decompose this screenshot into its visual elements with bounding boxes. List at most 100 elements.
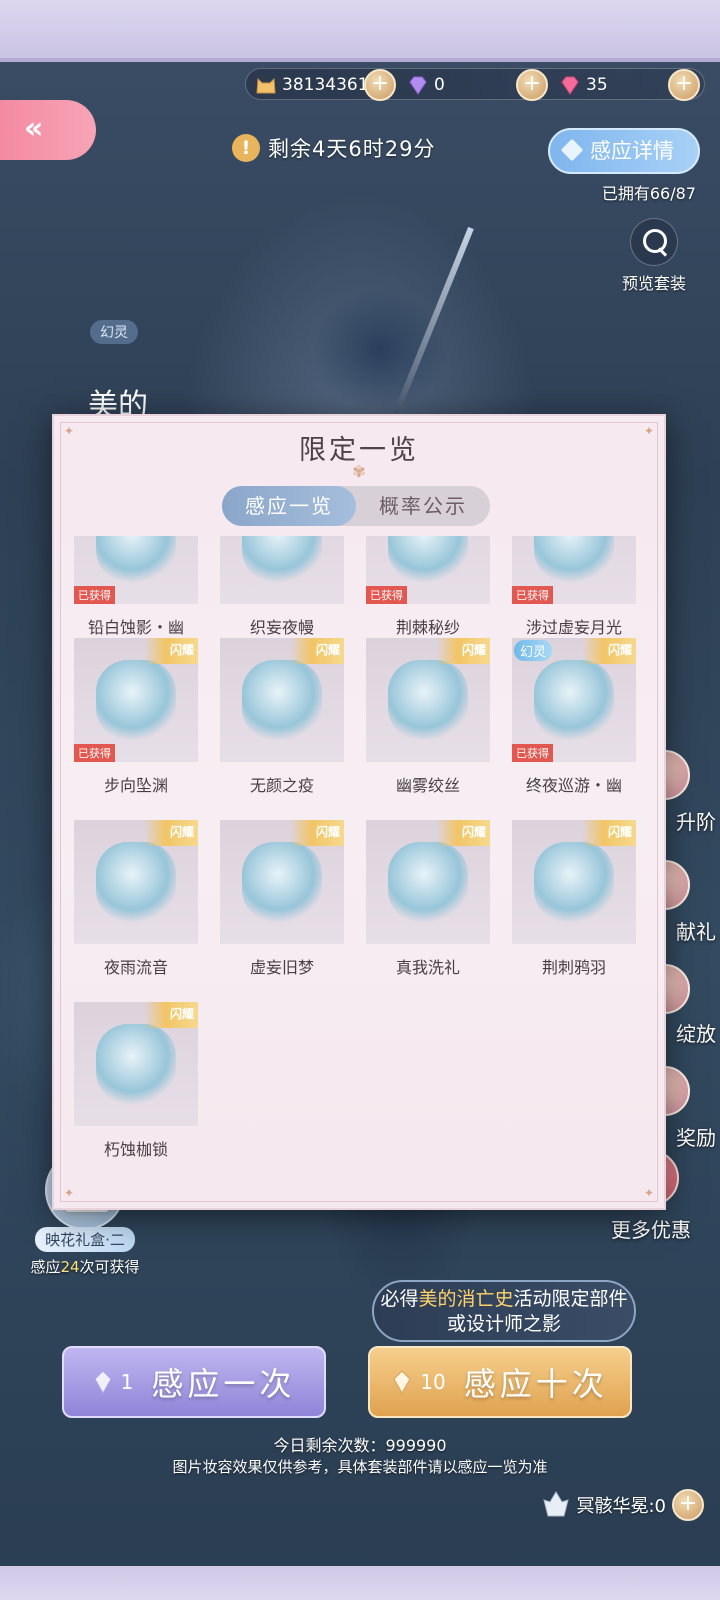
shine-tag: 闪耀 <box>582 820 636 846</box>
add-crown-button[interactable]: + <box>672 1489 704 1521</box>
purple-diamond-value: 0 <box>434 75 445 95</box>
corner-ornament-icon: ✦ <box>643 1186 654 1200</box>
gift-box-name: 映花礼盒·二 <box>35 1227 135 1252</box>
shine-tag: 闪耀 <box>290 820 344 846</box>
item-art <box>96 536 176 582</box>
details-button-label: 感应详情 <box>590 139 674 163</box>
item-art <box>534 536 614 582</box>
item-thumbnail: 闪耀 <box>366 820 490 944</box>
item-thumbnail: 闪耀 <box>220 820 344 944</box>
item-art <box>96 660 176 740</box>
item-name: 幽雾绞丝 <box>395 776 460 795</box>
shine-tag: 闪耀 <box>144 1002 198 1028</box>
currency-coin: 38134361 <box>254 69 369 101</box>
item-card[interactable]: 闪耀朽蚀枷锁 <box>74 1002 198 1172</box>
item-card[interactable]: 已获得荆棘秘纱 <box>366 536 490 650</box>
preview-outfit-button[interactable]: 预览套装 <box>614 218 694 293</box>
shine-tag: 闪耀 <box>290 638 344 664</box>
item-art <box>388 536 468 582</box>
obtained-badge: 已获得 <box>512 744 553 762</box>
pink-diamond-value: 35 <box>586 75 608 95</box>
item-card[interactable]: 闪耀 无颜之疫 <box>220 638 344 808</box>
diamond-icon <box>560 138 584 162</box>
shine-tag: 闪耀 <box>144 638 198 664</box>
item-thumbnail: 已获得 <box>512 536 636 604</box>
item-thumbnail <box>220 536 344 604</box>
item-thumbnail: 闪耀 幻灵 已获得 <box>512 638 636 762</box>
draw-ten-cost: 10 <box>392 1370 446 1394</box>
item-card[interactable]: 闪耀幽雾绞丝 <box>366 638 490 808</box>
draw-ten-button[interactable]: 10 感应十次 <box>368 1346 632 1418</box>
shine-tag: 闪耀 <box>582 638 636 664</box>
crown-icon <box>543 1491 570 1517</box>
item-name: 铅白蚀影・幽 <box>87 618 184 637</box>
item-thumbnail: 闪耀 <box>366 638 490 762</box>
obtained-badge: 已获得 <box>366 586 407 604</box>
item-card[interactable]: 织妄夜幔 <box>220 536 344 650</box>
item-card[interactable]: 闪耀虚妄旧梦 <box>220 820 344 990</box>
item-card[interactable]: 已获得 涉过虚妄月光 <box>512 536 636 650</box>
add-purple-diamond-button[interactable]: + <box>516 69 548 101</box>
item-card[interactable]: 闪耀 幻灵 已获得终夜巡游・幽 <box>512 638 636 808</box>
top-frame-band <box>0 0 720 62</box>
item-name: 真我洗礼 <box>395 958 460 977</box>
limited-list-modal: ✦ ✦ ✦ ✦ 限定一览 ✾ 感应一览 概率公示 已获得 铅白蚀影・幽 织妄夜幔 已获… <box>52 414 666 1210</box>
corner-ornament-icon: ✦ <box>64 1186 75 1200</box>
event-timer: ! 剩余4天6时29分 <box>232 128 435 168</box>
add-pink-diamond-button[interactable]: + <box>668 69 700 101</box>
pink-diamond-icon <box>561 76 579 95</box>
magnifier-icon <box>630 218 678 266</box>
add-coin-button[interactable]: + <box>364 69 396 101</box>
crown-currency: 冥骸华冕:0 + <box>542 1488 704 1522</box>
crystal-icon <box>393 1370 411 1394</box>
obtained-badge: 已获得 <box>512 586 553 604</box>
item-card[interactable]: 闪耀夜雨流音 <box>74 820 198 990</box>
tab-draw-list[interactable]: 感应一览 <box>222 486 356 526</box>
shine-tag: 闪耀 <box>144 820 198 846</box>
details-button[interactable]: 感应详情 <box>548 128 700 174</box>
item-name: 荆棘秘纱 <box>395 618 460 637</box>
item-art <box>242 536 322 582</box>
item-name: 夜雨流音 <box>103 958 168 977</box>
guarantee-hint: 必得美的消亡史活动限定部件或设计师之影 <box>372 1280 636 1342</box>
item-name: 虚妄旧梦 <box>249 958 314 977</box>
crown-currency-label: 冥骸华冕:0 <box>576 1496 666 1517</box>
item-thumbnail: 已获得 <box>366 536 490 604</box>
item-art <box>534 660 614 740</box>
item-thumbnail: 闪耀 <box>220 638 344 762</box>
item-name: 荆刺鸦羽 <box>541 958 606 977</box>
item-grid: 已获得 铅白蚀影・幽 织妄夜幔 已获得 荆棘秘纱 已获得 涉过虚妄月光 闪耀 已获得 步向坠渊 闪耀… <box>74 536 648 1186</box>
back-button[interactable]: « <box>0 100 96 160</box>
coin-value: 38134361 <box>282 75 369 95</box>
bottom-frame-band <box>0 1566 720 1600</box>
item-art <box>388 660 468 740</box>
timer-text: 剩余4天6时29分 <box>268 137 436 161</box>
item-art <box>242 660 322 740</box>
item-thumbnail: 闪耀 <box>74 1002 198 1126</box>
item-art <box>388 842 468 922</box>
shine-tag: 闪耀 <box>436 638 490 664</box>
item-name: 终夜巡游・幽 <box>525 776 622 795</box>
tab-probability[interactable]: 概率公示 <box>356 486 490 526</box>
item-thumbnail: 闪耀 <box>512 820 636 944</box>
draw-once-button[interactable]: 1 感应一次 <box>62 1346 326 1418</box>
item-thumbnail: 已获得 <box>74 536 198 604</box>
double-chevron-left-icon: « <box>24 111 44 146</box>
owned-count: 已拥有66/87 <box>601 184 696 203</box>
remaining-draws: 今日剩余次数：999990 <box>273 1436 447 1455</box>
item-art <box>242 842 322 922</box>
item-card[interactable]: 闪耀荆刺鸦羽 <box>512 820 636 990</box>
item-name: 朽蚀枷锁 <box>103 1140 168 1159</box>
item-thumbnail: 闪耀 已获得 <box>74 638 198 762</box>
item-art <box>96 842 176 922</box>
item-card[interactable]: 闪耀 真我洗礼 <box>366 820 490 990</box>
item-art <box>534 842 614 922</box>
draw-ten-label: 感应十次 <box>463 1365 608 1403</box>
more-offers-label: 更多优惠 <box>611 1218 691 1242</box>
item-card[interactable]: 闪耀 已获得 步向坠渊 <box>74 638 198 808</box>
crystal-icon <box>94 1370 112 1394</box>
item-card[interactable]: 已获得 铅白蚀影・幽 <box>74 536 198 650</box>
currency-purple-diamond: 0 <box>406 69 445 101</box>
disclaimer-text: 图片妆容效果仅供参考，具体套装部件请以感应一览为准 <box>172 1458 548 1476</box>
background-scene: 38134361 + 0 + 35 + « ! 剩余4天6时29分 感应详情 已… <box>0 0 720 1600</box>
